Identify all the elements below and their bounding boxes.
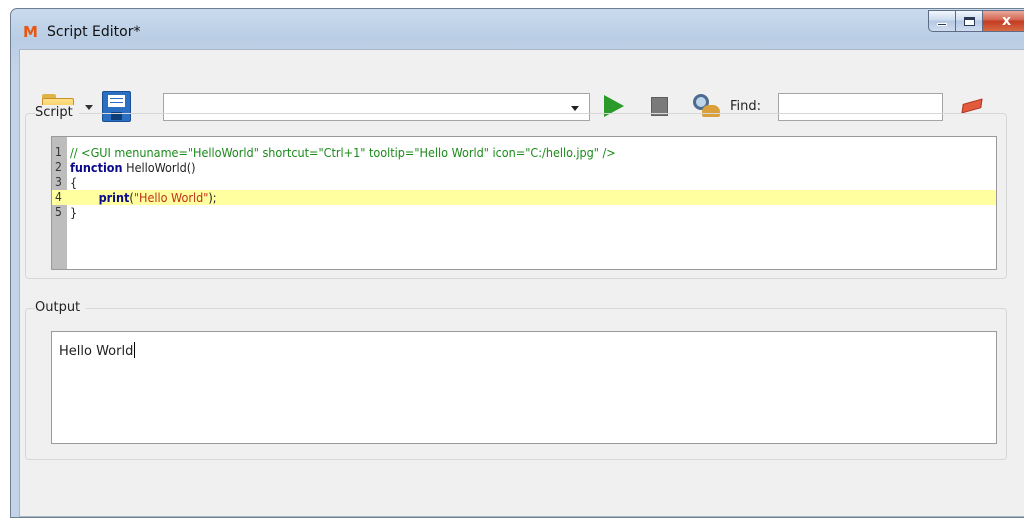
- window-controls: x: [928, 10, 1024, 32]
- close-button[interactable]: x: [983, 10, 1024, 32]
- title-bar[interactable]: M Script Editor* x: [11, 9, 1024, 49]
- eraser-icon: [961, 98, 983, 114]
- code-line[interactable]: 5}: [52, 205, 996, 220]
- code-line[interactable]: 4 print("Hello World");: [52, 190, 996, 205]
- line-number: 1: [55, 145, 62, 159]
- find-label: Find:: [730, 99, 762, 114]
- text-caret: [134, 342, 136, 358]
- code-token-plain: }: [70, 205, 78, 220]
- close-icon: x: [1001, 13, 1012, 29]
- code-token-string: "Hello World": [133, 190, 209, 205]
- window-title: Script Editor*: [47, 24, 141, 40]
- maximize-icon: [963, 16, 975, 26]
- code-text: function HelloWorld(): [70, 160, 196, 175]
- minimize-button[interactable]: [928, 10, 956, 32]
- output-panel-label: Output: [35, 300, 87, 315]
- code-line[interactable]: 3{: [52, 175, 996, 190]
- code-text: {: [70, 175, 77, 190]
- code-line[interactable]: 2 function HelloWorld(): [52, 160, 996, 175]
- clear-find-button[interactable]: [961, 98, 983, 114]
- code-line[interactable]: 1 // <GUI menuname="HelloWorld" shortcut=…: [52, 145, 996, 160]
- maximize-button[interactable]: [956, 10, 983, 32]
- code-token-comment: // <GUI menuname="HelloWorld" shortcut="…: [70, 145, 616, 160]
- code-text: print("Hello World");: [70, 190, 217, 205]
- script-code-editor[interactable]: 1 // <GUI menuname="HelloWorld" shortcut=…: [51, 136, 997, 270]
- code-token-keyword: print: [98, 190, 130, 205]
- open-menu-arrow-icon[interactable]: [85, 105, 93, 110]
- output-text: Hello World: [59, 342, 136, 359]
- line-number: 5: [55, 205, 62, 219]
- code-lines: 1 // <GUI menuname="HelloWorld" shortcut=…: [52, 145, 996, 220]
- code-token-plain: HelloWorld(): [122, 160, 196, 175]
- line-number: 4: [55, 190, 62, 204]
- script-editor-window: M Script Editor* x Find: Script 1 // <GU…: [10, 8, 1024, 518]
- line-number: 3: [55, 175, 62, 189]
- floppy-save-icon: [108, 95, 125, 107]
- output-console[interactable]: Hello World: [51, 331, 997, 444]
- code-text: // <GUI menuname="HelloWorld" shortcut="…: [70, 145, 616, 160]
- app-logo-icon: M: [23, 23, 38, 41]
- minimize-icon: [937, 23, 947, 26]
- line-number: 2: [55, 160, 62, 174]
- script-panel-label: Script: [35, 105, 79, 120]
- code-token-keyword: function: [70, 160, 123, 175]
- code-token-plain: {: [70, 175, 78, 190]
- code-text: }: [70, 205, 77, 220]
- code-token-plain: );: [208, 190, 217, 205]
- chevron-down-icon[interactable]: [571, 106, 579, 111]
